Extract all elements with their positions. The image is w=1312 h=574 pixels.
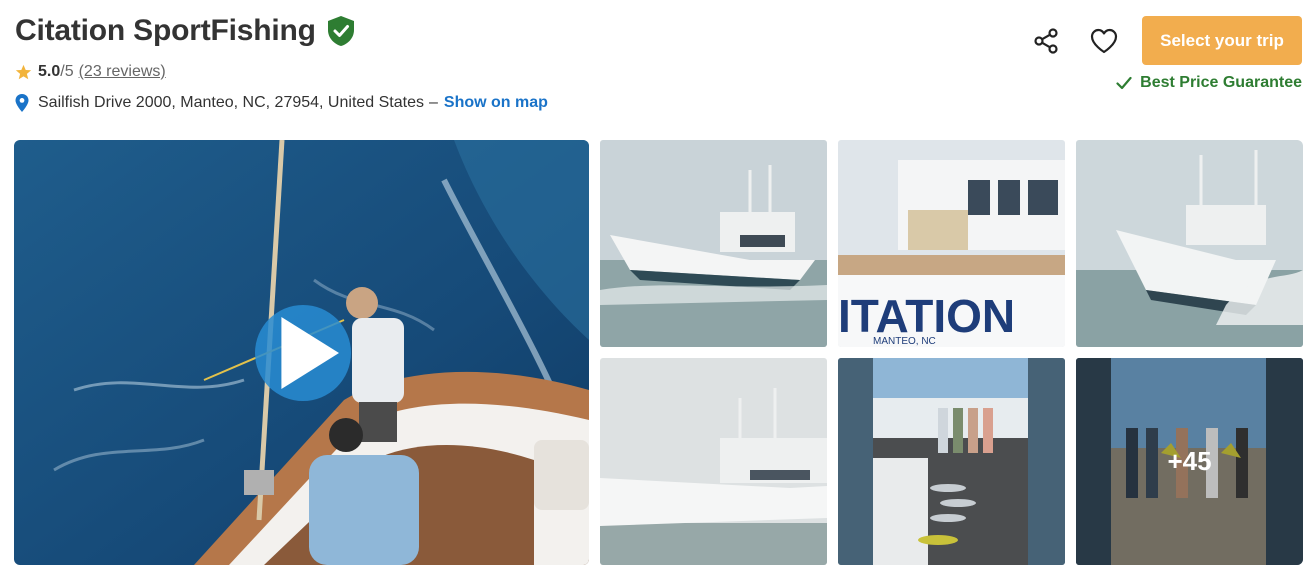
- gallery-photo-1[interactable]: [600, 140, 827, 347]
- verified-shield-icon: [326, 15, 356, 47]
- reviews-link[interactable]: (23 reviews): [79, 63, 166, 81]
- check-icon: [1116, 76, 1132, 90]
- gallery-photo-5[interactable]: [838, 358, 1065, 565]
- page-title: Citation SportFishing: [15, 14, 316, 47]
- show-on-map-link[interactable]: Show on map: [444, 94, 548, 112]
- play-icon: [281, 317, 339, 389]
- address-text: Sailfish Drive 2000, Manteo, NC, 27954, …: [38, 94, 424, 111]
- boat-photo: [600, 140, 827, 347]
- more-photos-overlay[interactable]: +45: [1076, 358, 1303, 565]
- gallery-photo-4[interactable]: [600, 358, 827, 565]
- gallery-photo-3[interactable]: [1076, 140, 1303, 347]
- gallery-photo-6[interactable]: +45: [1076, 358, 1303, 565]
- main-video-tile[interactable]: [14, 140, 589, 565]
- header-actions: Select your trip: [1026, 16, 1302, 65]
- rating-out-of: /5: [60, 63, 74, 80]
- heart-icon: [1090, 28, 1118, 53]
- listing-header: Citation SportFishing: [15, 14, 356, 48]
- share-button[interactable]: [1026, 17, 1066, 65]
- boat-transom-photo: ITATION MANTEO, NC: [838, 140, 1065, 347]
- dock-catch-photo: [838, 358, 1065, 565]
- guarantee-text: Best Price Guarantee: [1140, 74, 1302, 91]
- rating-summary: 5.0 /5 (23 reviews): [15, 63, 166, 81]
- boat-underway-photo: [1076, 140, 1303, 347]
- map-pin-icon: [15, 94, 29, 112]
- svg-text:ITATION: ITATION: [838, 290, 1015, 342]
- gallery-photo-2[interactable]: ITATION MANTEO, NC: [838, 140, 1065, 347]
- favorite-button[interactable]: [1084, 17, 1124, 65]
- svg-text:MANTEO, NC: MANTEO, NC: [873, 336, 936, 347]
- star-icon: [15, 64, 32, 79]
- share-icon: [1034, 27, 1058, 54]
- rating-score: 5.0: [38, 63, 61, 80]
- select-trip-button[interactable]: Select your trip: [1142, 16, 1302, 65]
- address-separator: –: [428, 94, 438, 111]
- location-row: Sailfish Drive 2000, Manteo, NC, 27954, …: [15, 94, 548, 112]
- boat-fog-photo: [600, 358, 827, 565]
- play-button[interactable]: [255, 305, 351, 401]
- best-price-guarantee: Best Price Guarantee: [1116, 74, 1302, 92]
